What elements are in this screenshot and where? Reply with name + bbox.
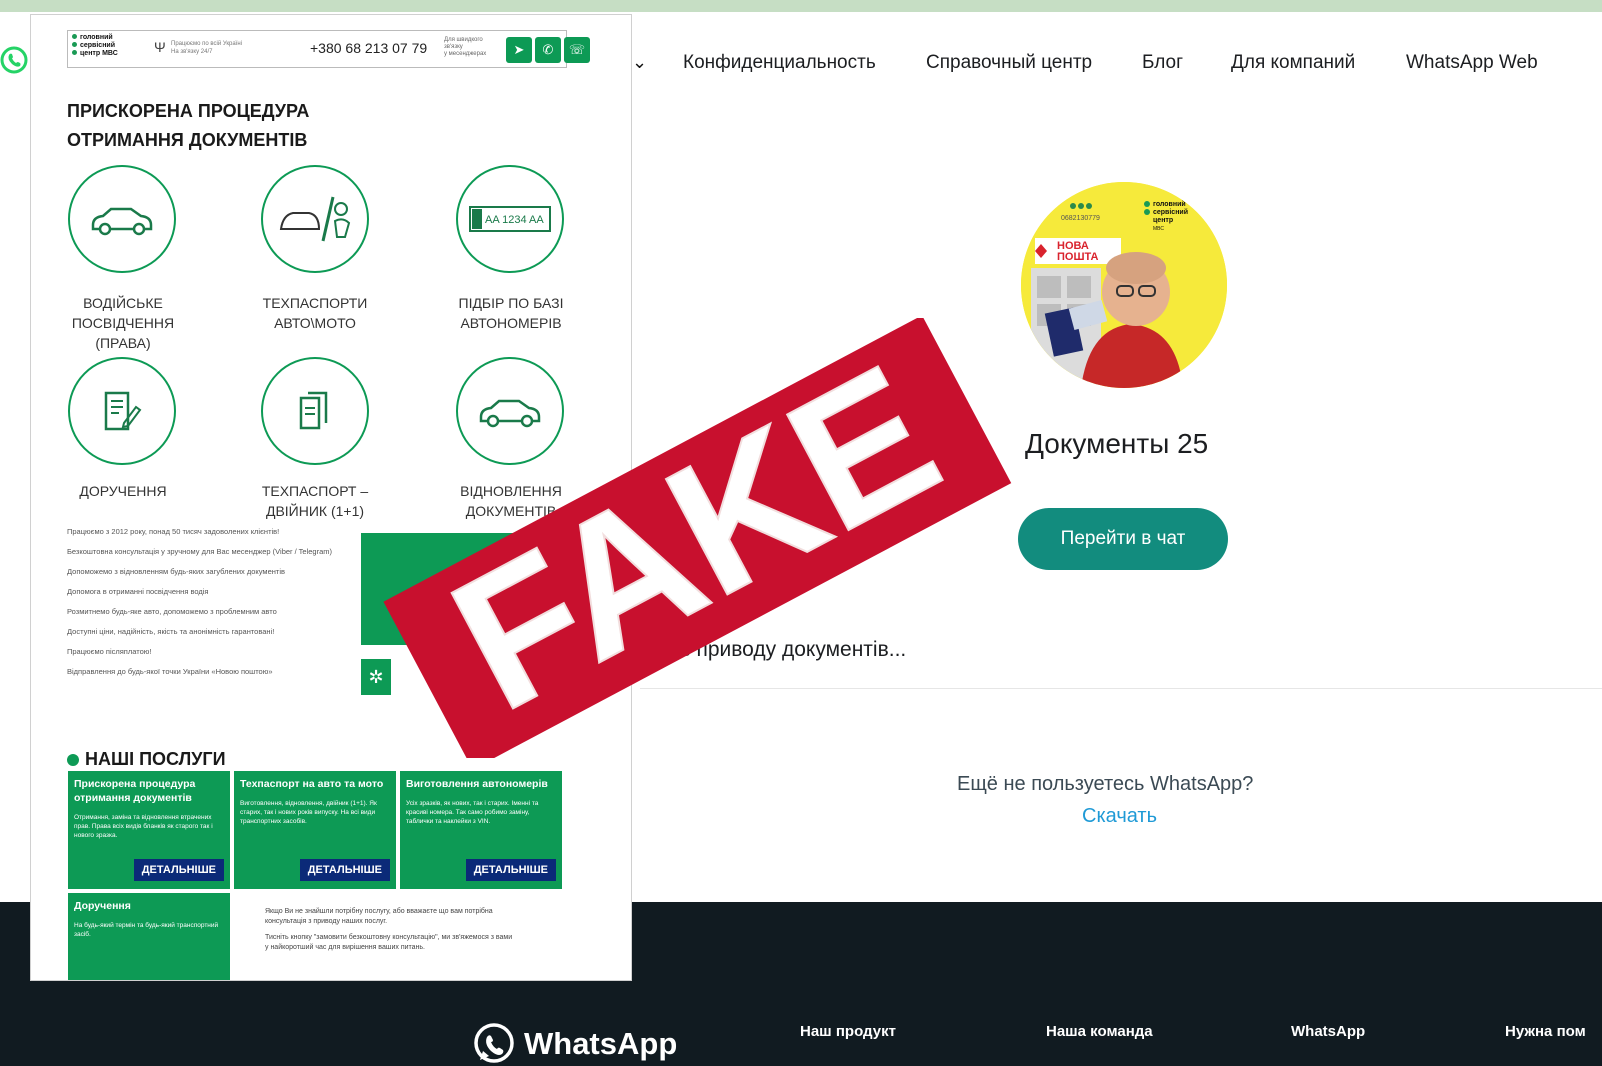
svg-text:ПОШТА: ПОШТА (1057, 251, 1099, 263)
svg-text:головний: головний (1153, 200, 1186, 208)
footer-logo[interactable]: WhatsApp (472, 1022, 677, 1066)
viber-icon[interactable]: ☏ (564, 37, 590, 63)
footer-link-team[interactable]: Наша команда (1046, 1023, 1153, 1040)
go-to-chat-button[interactable]: Перейти в чат (1018, 508, 1228, 570)
message-preview: Я з приводу документів... (660, 638, 907, 661)
copy-document-icon (299, 391, 328, 430)
bullet-item: Працюємо з 2012 року, понад 50 тисяч зад… (67, 527, 280, 536)
site-phone[interactable]: +380 68 213 07 79 (310, 40, 427, 56)
service-label-power-of-attorney: ДОРУЧЕННЯ (79, 483, 167, 499)
nav-link-help-center[interactable]: Справочный центр (926, 52, 1092, 74)
svg-text:0682130779: 0682130779 (1061, 215, 1100, 222)
service-label-duplicate: ТЕХПАСПОРТ – ДВІЙНИК (1+1) (261, 483, 369, 519)
download-link[interactable]: Скачать (1082, 805, 1157, 828)
scam-site-screenshot: головний сервісний центр МВС Ψ Працюємо … (30, 14, 632, 981)
details-button[interactable]: ДЕТАЛЬНІШЕ (133, 859, 224, 881)
svg-text:сервісний: сервісний (1153, 208, 1188, 216)
service-label-driving-license: ВОДІЙСЬКЕ ПОСВІДЧЕННЯ (ПРАВА) (71, 295, 175, 351)
not-using-whatsapp-text: Ещё не пользуетесь WhatsApp? (957, 773, 1254, 795)
bullet-item: Розмитнемо будь-яке авто, допоможемо з п… (67, 607, 277, 616)
bullet-item: Допоможемо з відновленням будь-яких загу… (67, 567, 285, 576)
footer-link-whatsapp[interactable]: WhatsApp (1291, 1023, 1365, 1040)
telegram-icon[interactable]: ➤ (506, 37, 532, 63)
click-icon[interactable]: ✲ (361, 659, 391, 695)
services-heading: НАШІ ПОСЛУГИ (67, 749, 226, 770)
footer-link-help[interactable]: Нужна пом (1505, 1023, 1586, 1040)
header-nav: ⌄ Конфиденциальность Справочный центр Бл… (632, 48, 1602, 88)
document-pen-icon (104, 391, 142, 431)
service-label-restore: ВІДНОВЛЕННЯ ДОКУМЕНТІВ (460, 483, 562, 519)
divider (640, 688, 1602, 689)
bullet-item: Відправлення до будь-якої точки України … (67, 667, 273, 676)
whatsapp-small-icon[interactable]: ✆ (535, 37, 561, 63)
service-circle-tech-passport[interactable] (261, 165, 369, 273)
svg-text:AA 1234 AA: AA 1234 AA (485, 214, 544, 226)
contact-note: Для швидкого зв'язку у месенджерах (444, 37, 487, 57)
nav-link-business[interactable]: Для компаний (1231, 52, 1355, 74)
nav-link-privacy[interactable]: Конфиденциальность (683, 52, 876, 74)
whatsapp-logo-icon (474, 1023, 514, 1063)
trident-icon: Ψ (154, 39, 166, 55)
svg-text:МВС: МВС (1153, 226, 1164, 232)
chevron-down-icon[interactable]: ⌄ (632, 52, 647, 73)
license-plate-icon: AA 1234 AA (469, 206, 551, 232)
details-button[interactable]: ДЕТАЛЬНІШЕ (465, 859, 556, 881)
service-label-tech-passport: ТЕХПАСПОРТИ АВТО\МОТО (262, 295, 368, 331)
service-circle-plates[interactable]: AA 1234 AA (456, 165, 564, 273)
site-header: головний сервісний центр МВС Ψ Працюємо … (67, 30, 590, 68)
bullet-item: Безкоштовна консультація у зручному для … (67, 547, 333, 556)
consultation-note: Якщо Ви не знайшли потрібну послугу, або… (265, 908, 513, 951)
whatsapp-icon[interactable] (0, 44, 32, 76)
top-strip (0, 0, 1602, 12)
green-banner (361, 533, 581, 645)
footer-logo-text: WhatsApp (524, 1026, 678, 1061)
avatar-image: головний сервісний центр МВС 0682130779 … (1021, 182, 1227, 388)
bullet-item: Допомога в отриманні посвідчення водія (67, 587, 209, 596)
svg-text:центр: центр (1153, 217, 1173, 224)
bullet-item: Доступні ціни, надійність, якість та ано… (67, 627, 275, 636)
bullet-item: Працюємо післяплатою! (67, 647, 152, 656)
service-label-plates: ПІДБІР ПО БАЗІ АВТОНОМЕРІВ (458, 295, 564, 331)
site-logo: головний сервісний центр МВС (72, 34, 118, 58)
service-card: Техпаспорт на авто та мото Виготовлення,… (234, 771, 396, 889)
car-icon (91, 207, 153, 236)
service-card: Прискорена процедура отримання документі… (68, 771, 230, 889)
service-card: Виготовлення автономерів Усіх зразків, я… (400, 771, 562, 889)
profile-name: Документы 25 (1025, 428, 1209, 459)
car-moto-icon (279, 196, 351, 242)
service-card: Доручення На будь-який термін та будь-як… (68, 893, 230, 980)
site-bullets: Працюємо з 2012 року, понад 50 тисяч зад… (67, 527, 357, 687)
footer-link-product[interactable]: Наш продукт (800, 1023, 896, 1040)
service-circle-restore[interactable] (456, 357, 564, 465)
profile-avatar: головний сервісний центр МВС 0682130779 … (1021, 182, 1227, 388)
nav-link-blog[interactable]: Блог (1142, 52, 1183, 74)
car-icon (479, 399, 541, 428)
work-note: Працюємо по всій Україні На зв'язку 24/7 (171, 41, 242, 55)
nav-link-whatsapp-web[interactable]: WhatsApp Web (1406, 52, 1538, 74)
service-circle-driving-license[interactable] (68, 165, 176, 273)
service-circle-duplicate[interactable] (261, 357, 369, 465)
site-title: ПРИСКОРЕНА ПРОЦЕДУРА ОТРИМАННЯ ДОКУМЕНТІ… (67, 101, 310, 150)
service-circle-power-of-attorney[interactable] (68, 357, 176, 465)
details-button[interactable]: ДЕТАЛЬНІШЕ (299, 859, 390, 881)
